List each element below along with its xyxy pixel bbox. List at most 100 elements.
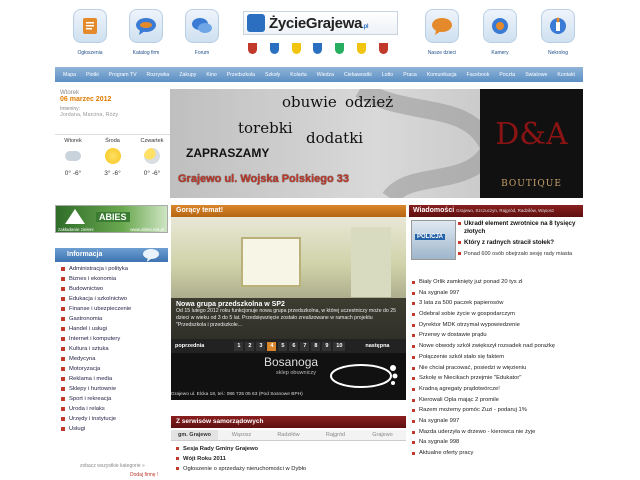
boutique-banner[interactable]: obuwie odzież torebki dodatki ZAPRASZAMY…	[170, 89, 583, 198]
boutique-sub: BOUTIQUE	[501, 179, 562, 189]
header-link-forum[interactable]: Forum	[178, 9, 226, 56]
news-link[interactable]: Na sygnale 997	[411, 288, 583, 299]
category-link[interactable]: Budownictwo	[55, 284, 168, 294]
page-number[interactable]: 3	[256, 341, 266, 351]
top-news-link[interactable]: Który z radnych stracił stołek?	[458, 239, 582, 247]
news-link[interactable]: 3 lata za 500 paczek papierosów	[411, 298, 583, 309]
news-link[interactable]: Kierowali Opla mając 2 promile	[411, 395, 583, 406]
category-link[interactable]: Biznes i ekonomia	[55, 274, 168, 284]
nav-item[interactable]: Swiatowe	[525, 72, 547, 78]
nav-item[interactable]: Poczta	[499, 72, 515, 78]
nav-item[interactable]: Kolarta	[290, 72, 306, 78]
category-link[interactable]: Urzędy i instytucje	[55, 414, 168, 424]
nav-item[interactable]: Rozrywka	[147, 72, 170, 78]
hot-topic-headline[interactable]: Nowa grupa przedszkolna w SP2	[176, 301, 401, 308]
nav-item[interactable]: Wiedza	[317, 72, 334, 78]
tab-rajgrod[interactable]: Rajgród	[312, 430, 359, 440]
page-number-active[interactable]: 4	[267, 341, 277, 351]
news-link[interactable]: Nie chciał pracować, posiedzi w więzieni…	[411, 363, 583, 374]
bosanoga-ad[interactable]: Bosanoga sklep obuwniczy Grajewo ul. Elc…	[171, 353, 406, 400]
crest-icon[interactable]	[269, 43, 279, 54]
page-number[interactable]: 1	[234, 341, 244, 351]
category-link[interactable]: Finanse i ubezpieczenie	[55, 304, 168, 314]
page-number[interactable]: 8	[311, 341, 321, 351]
police-thumbnail[interactable]: POLICJA	[411, 220, 456, 260]
category-link[interactable]: Gastronomia	[55, 314, 168, 324]
news-link[interactable]: Mazda uderzyła w drzewo - kierowca nie ż…	[411, 427, 583, 438]
category-link[interactable]: Handel i usługi	[55, 324, 168, 334]
category-link[interactable]: Kultura i sztuka	[55, 344, 168, 354]
header-link-nasze-dzieci[interactable]: Nasze dzieci	[418, 9, 466, 56]
category-link[interactable]: Uroda i relaks	[55, 404, 168, 414]
page-number[interactable]: 7	[300, 341, 310, 351]
page-number[interactable]: 2	[245, 341, 255, 351]
tab-gm-grajewo[interactable]: gm. Grajewo	[171, 430, 218, 440]
hot-topic-photo[interactable]: Nowa grupa przedszkolna w SP2 Od 15 lute…	[171, 217, 406, 339]
site-logo[interactable]: ŻycieGrajewa.pl	[243, 11, 398, 35]
tab-wasosz[interactable]: Wąsosz	[218, 430, 265, 440]
top-news-link[interactable]: Ukradł element zwrotnice na 8 tysięcy zł…	[458, 220, 582, 236]
crest-icon[interactable]	[248, 43, 257, 54]
nav-item[interactable]: Piotki	[86, 72, 99, 78]
window-decoration	[241, 237, 301, 287]
news-link[interactable]: Razem możemy pomóc Zuzi - podaruj 1%	[411, 405, 583, 416]
services-link[interactable]: Ogłoszenie o sprzedaży nieruchomości w D…	[176, 464, 404, 474]
category-link[interactable]: Sklepy i hurtownie	[55, 384, 168, 394]
top-news-link[interactable]: Ponad 600 osób obejrzało sesję rady mias…	[458, 250, 582, 258]
crest-icon[interactable]	[335, 43, 345, 54]
nav-item[interactable]: Szkoły	[265, 72, 280, 78]
category-link[interactable]: Edukacja i szkolnictwo	[55, 294, 168, 304]
tab-grajewo[interactable]: Grajewo	[359, 430, 406, 440]
news-link[interactable]: Kradną agregaty prądotwórcze!	[411, 384, 583, 395]
nav-item[interactable]: Zakupy	[179, 72, 196, 78]
news-link[interactable]: Połączenie szkół stało się faktem	[411, 352, 583, 363]
category-link[interactable]: Usługi	[55, 424, 168, 434]
nav-item[interactable]: Komunikacja	[427, 72, 457, 78]
page-number[interactable]: 6	[289, 341, 299, 351]
nav-item[interactable]: Kontakt	[557, 72, 575, 78]
nav-item[interactable]: Facebook	[467, 72, 490, 78]
nav-item[interactable]: Lotto	[382, 72, 394, 78]
header-link-ogloszenia[interactable]: Ogłoszenia	[66, 9, 114, 56]
header-link-nekrolog[interactable]: Nekrolog	[534, 9, 582, 56]
page-number[interactable]: 9	[322, 341, 332, 351]
nav-item[interactable]: Mapa	[63, 72, 76, 78]
news-link[interactable]: Aktualne oferty pracy	[411, 448, 583, 459]
nav-item[interactable]: Ciekawostki	[344, 72, 372, 78]
nav-item[interactable]: Praca	[403, 72, 417, 78]
crest-icon[interactable]	[313, 43, 323, 54]
nav-item[interactable]: Przedszkola	[227, 72, 255, 78]
prev-link[interactable]: poprzednia	[175, 343, 204, 349]
tab-radzilow[interactable]: Radziłów	[265, 430, 312, 440]
category-link[interactable]: Motoryzacja	[55, 364, 168, 374]
news-link[interactable]: Na sygnale 998	[411, 437, 583, 448]
category-link[interactable]: Administracja i polityka	[55, 264, 168, 274]
page-number[interactable]: 5	[278, 341, 288, 351]
nav-item[interactable]: Program TV	[109, 72, 137, 78]
services-link[interactable]: Wójt Roku 2011	[176, 454, 404, 464]
crest-icon[interactable]	[378, 43, 388, 54]
news-link[interactable]: Biały Orlik zamknięty już ponad 20 tys z…	[411, 277, 583, 288]
nav-item[interactable]: Kino	[206, 72, 216, 78]
header-link-kamery[interactable]: Kamery	[476, 9, 524, 56]
weather-day-name: Wtorek	[64, 138, 82, 144]
services-link[interactable]: Sesja Rady Gminy Grajewo	[176, 444, 404, 454]
news-link[interactable]: Odebrał sobie życie w gospodarczym	[411, 309, 583, 320]
category-link[interactable]: Sport i rekreacja	[55, 394, 168, 404]
news-link[interactable]: Szkolę w Niecikach przejmie "Edukator"	[411, 373, 583, 384]
crest-icon[interactable]	[357, 43, 367, 54]
header-link-katalog-firm[interactable]: Katalog firm	[122, 9, 170, 56]
category-link[interactable]: Medycyna	[55, 354, 168, 364]
category-link[interactable]: Internet i komputery	[55, 334, 168, 344]
crest-icon[interactable]	[291, 43, 301, 54]
all-categories-link[interactable]: zobacz wszystkie kategorie »	[80, 463, 145, 469]
news-link[interactable]: Na sygnale 997	[411, 416, 583, 427]
category-link[interactable]: Reklama i media	[55, 374, 168, 384]
news-link[interactable]: Dyrektor MDK otrzymał wypowiedzenie	[411, 320, 583, 331]
page-number[interactable]: 10	[333, 341, 346, 351]
add-company-link[interactable]: Dodaj firmę !	[130, 472, 158, 478]
news-link[interactable]: Nowe obwody szkół zwiększył rozsadek nad…	[411, 341, 583, 352]
next-link[interactable]: następna	[365, 343, 389, 349]
abies-ad[interactable]: ABIES zakładanie zieleni www.abies.net.p…	[55, 205, 168, 233]
news-link[interactable]: Przerwy w dostawie prądu	[411, 330, 583, 341]
